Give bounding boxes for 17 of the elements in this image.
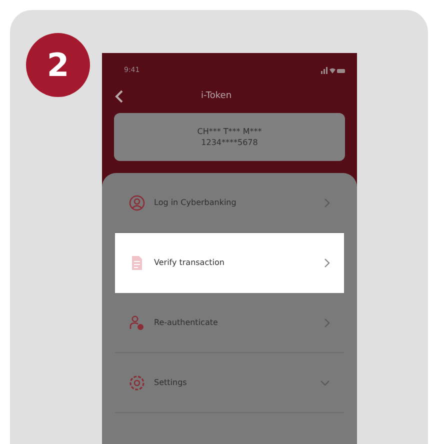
status-icons [321, 66, 345, 74]
chevron-right-icon [324, 198, 330, 208]
account-name: CH*** T*** M*** [197, 127, 262, 136]
account-number: 1234****5678 [201, 138, 258, 147]
step-badge: 2 [26, 33, 90, 97]
screen-title: i-Token [201, 91, 232, 101]
person-icon [129, 194, 145, 210]
menu-item[interactable]: Re-authenticate [115, 293, 344, 353]
menu-item[interactable]: Settings [115, 353, 344, 413]
menu-item[interactable]: Verify transaction [115, 233, 344, 293]
person-icon [129, 314, 145, 330]
chevron-right-icon [324, 318, 330, 328]
settings-icon [129, 374, 145, 390]
back-icon[interactable] [115, 90, 123, 102]
document-icon [129, 254, 145, 270]
chevron-down-icon [320, 380, 330, 386]
chevron-right-icon [324, 258, 330, 268]
